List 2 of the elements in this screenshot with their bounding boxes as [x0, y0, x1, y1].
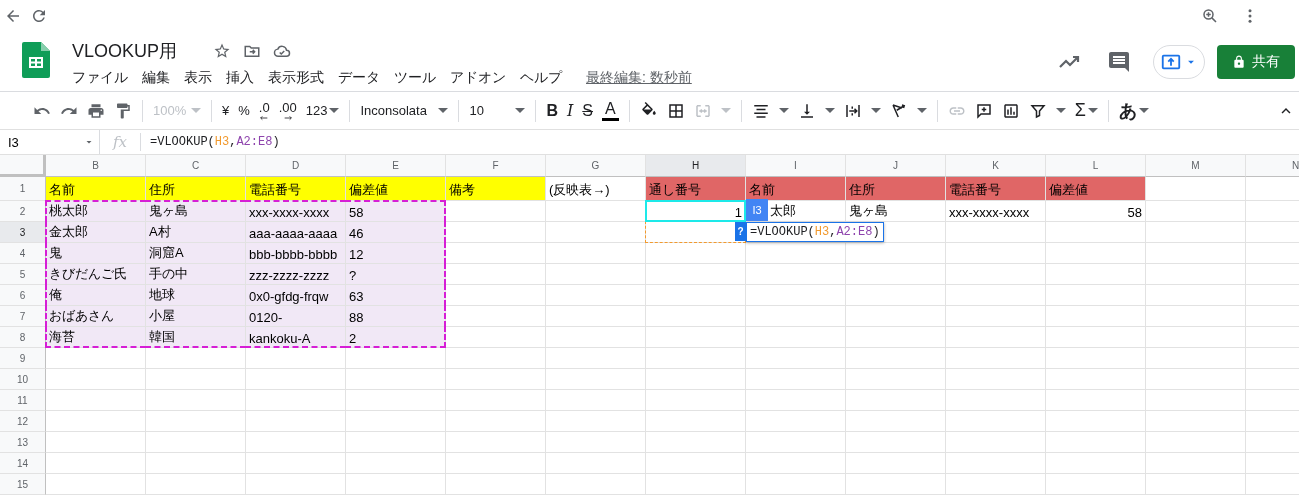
fx-label: fx [100, 133, 141, 151]
cell-reference-tooltip: I3 [746, 199, 768, 221]
